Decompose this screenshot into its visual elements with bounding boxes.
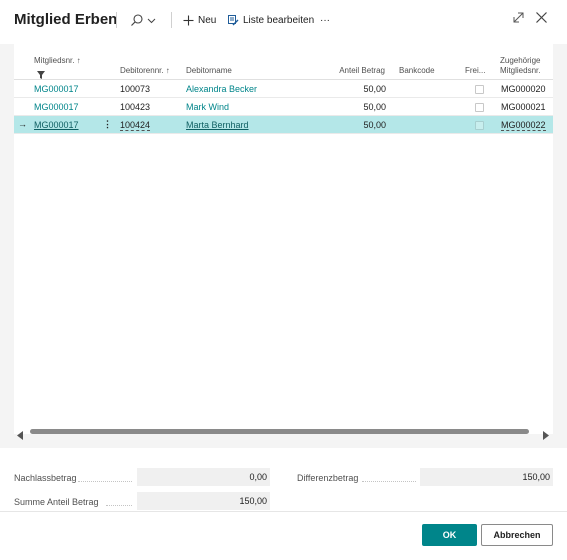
- edit-list-label: Liste bearbeiten: [243, 14, 315, 26]
- column-header-free[interactable]: Frei...: [465, 66, 485, 76]
- table-row[interactable]: MG000017 100073 Alexandra Becker 50,00 M…: [14, 80, 553, 98]
- page-title: Mitglied Erben: [14, 11, 118, 28]
- member-no-cell[interactable]: MG000017: [34, 102, 79, 112]
- sum-share-field[interactable]: 150,00: [137, 492, 270, 510]
- sum-share-label: Summe Anteil Betrag: [14, 497, 99, 507]
- new-button-label: Neu: [198, 14, 217, 26]
- toolbar-divider: [171, 12, 172, 28]
- related-member-cell: MG000021: [501, 102, 546, 112]
- related-member-cell[interactable]: MG000022: [501, 120, 546, 131]
- dialog-header: Mitglied Erben Neu Liste bearbeiten ···: [0, 0, 567, 40]
- edit-list-icon: [228, 14, 239, 26]
- more-actions-button[interactable]: ···: [320, 10, 330, 30]
- table-row[interactable]: MG000017 100423 Mark Wind 50,00 MG000021: [14, 98, 553, 116]
- chevron-down-icon: [147, 16, 156, 25]
- debtor-name-cell[interactable]: Mark Wind: [186, 102, 229, 112]
- table-row-selected[interactable]: → MG000017 ⋮ 100424 Marta Bernhard 50,00…: [14, 116, 553, 134]
- dialog: Mitglied Erben Neu Liste bearbeiten ···: [0, 0, 567, 560]
- debtor-no-cell: 100423: [120, 102, 151, 112]
- scroll-right-icon[interactable]: [542, 427, 549, 445]
- expand-icon[interactable]: [512, 11, 525, 29]
- close-icon[interactable]: [535, 11, 548, 29]
- share-amount-cell: 50,00: [363, 120, 386, 130]
- column-header-member-no[interactable]: Mitgliedsnr. ↑: [34, 56, 81, 66]
- toolbar-divider: [116, 12, 117, 28]
- ok-button[interactable]: OK: [422, 524, 477, 546]
- difference-field[interactable]: 150,00: [420, 468, 553, 486]
- debtor-name-cell[interactable]: Alexandra Becker: [186, 84, 257, 94]
- field-leader: [78, 481, 132, 482]
- column-header-share-amount[interactable]: Anteil Betrag: [330, 66, 385, 76]
- column-header-debtor-no[interactable]: Debitorennr. ↑: [120, 66, 170, 76]
- column-header-related-member-line2[interactable]: Mitgliedsnr.: [500, 66, 540, 76]
- field-leader: [106, 505, 132, 506]
- search-button[interactable]: [130, 10, 156, 30]
- estate-amount-label: Nachlassbetrag: [14, 473, 77, 483]
- column-header-related-member-line1[interactable]: Zugehörige: [500, 56, 540, 66]
- search-icon: [130, 13, 144, 27]
- share-amount-cell: 50,00: [363, 84, 386, 94]
- debtor-name-cell[interactable]: Marta Bernhard: [186, 120, 249, 130]
- scroll-left-icon[interactable]: [17, 427, 24, 445]
- estate-amount-field[interactable]: 0,00: [137, 468, 270, 486]
- footer-divider: [0, 511, 567, 512]
- free-checkbox[interactable]: [475, 121, 484, 130]
- selected-row-arrow-icon: →: [18, 119, 27, 129]
- column-header-bank-code[interactable]: Bankcode: [399, 66, 435, 76]
- edit-list-button[interactable]: Liste bearbeiten: [228, 10, 314, 30]
- related-member-cell: MG000020: [501, 84, 546, 94]
- more-icon: ···: [320, 14, 330, 26]
- cancel-button[interactable]: Abbrechen: [481, 524, 553, 546]
- share-amount-cell: 50,00: [363, 102, 386, 112]
- member-no-cell[interactable]: MG000017: [34, 120, 79, 130]
- member-no-cell[interactable]: MG000017: [34, 84, 79, 94]
- field-leader: [362, 481, 416, 482]
- debtor-no-cell: 100073: [120, 84, 151, 94]
- debtor-no-cell[interactable]: 100424: [120, 120, 151, 131]
- difference-label: Differenzbetrag: [297, 473, 359, 483]
- plus-icon: [183, 15, 194, 26]
- column-header-debtor-name[interactable]: Debitorname: [186, 66, 232, 76]
- new-button[interactable]: Neu: [183, 10, 216, 30]
- horizontal-scrollbar[interactable]: [30, 429, 529, 434]
- free-checkbox[interactable]: [475, 103, 484, 112]
- row-menu-icon[interactable]: ⋮: [103, 119, 112, 129]
- free-checkbox[interactable]: [475, 85, 484, 94]
